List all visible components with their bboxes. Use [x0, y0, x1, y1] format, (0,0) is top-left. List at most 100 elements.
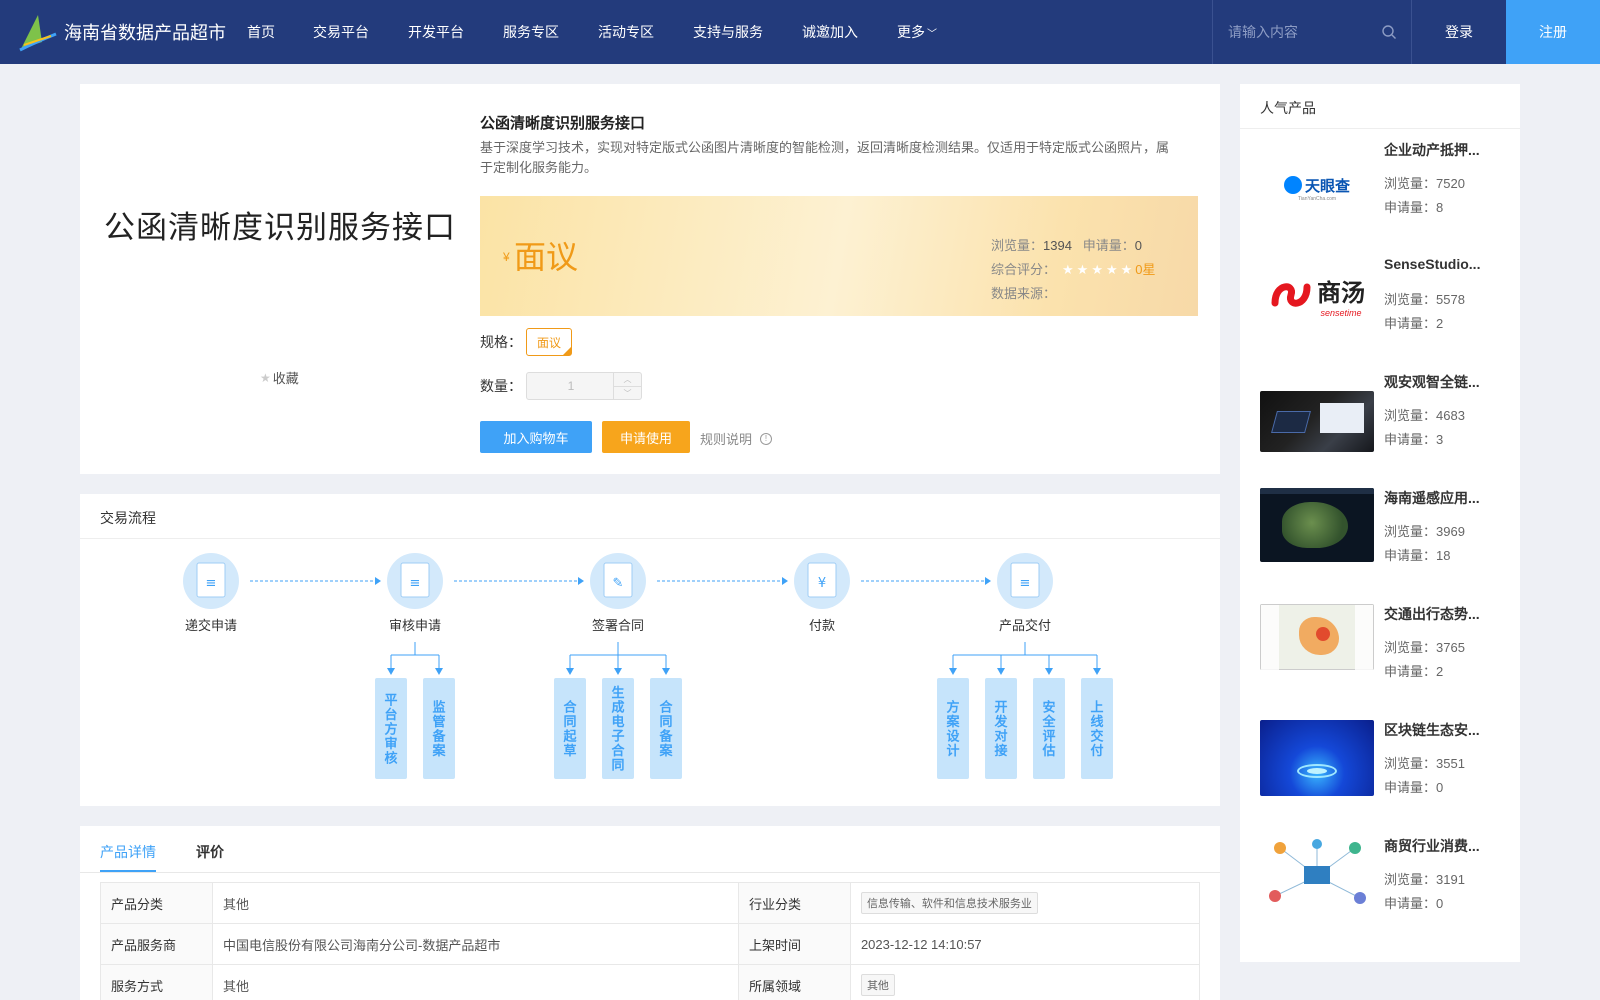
tianyancha-logo-text: 天眼查: [1304, 177, 1350, 195]
popular-product-item[interactable]: 商汤 sensetime SenseStudio... 浏览量：5578 申请量：…: [1260, 256, 1510, 346]
table-value: 其他: [849, 964, 1201, 1000]
product-thumbnail[interactable]: [1260, 488, 1374, 562]
popular-product-name[interactable]: 观安观智全链...: [1384, 372, 1504, 392]
spec-label: 规格：: [480, 334, 522, 350]
sidebar-title: 人气产品: [1260, 100, 1316, 116]
top-navbar: 海南省数据产品超市 首页 交易平台 开发平台 服务专区 活动专区 支持与服务 诚…: [0, 0, 1600, 64]
nav-trading[interactable]: 交易平台: [313, 22, 369, 42]
substep-label: 开发对接: [993, 700, 1008, 759]
search-input[interactable]: [1228, 24, 1378, 40]
branch-arrow-head: [997, 668, 1005, 675]
table-row: 产品分类 其他 行业分类 信息传输、软件和信息技术服务业: [100, 882, 1201, 924]
popular-product-item[interactable]: 观安观智全链... 浏览量：4683 申请量：3: [1260, 372, 1510, 462]
rating-value: 0星: [1135, 262, 1156, 277]
flow-step-label: 签署合同: [592, 618, 644, 633]
table-key: 所属领域: [737, 964, 851, 1000]
quantity-value[interactable]: 1: [527, 373, 615, 399]
popular-product-item[interactable]: 区块链生态安... 浏览量：3551 申请量：0: [1260, 720, 1510, 810]
product-thumbnail[interactable]: [1260, 836, 1374, 914]
quantity-stepper[interactable]: 1 ︿ ﹀: [526, 372, 642, 400]
flow-step-label: 递交申请: [185, 618, 237, 633]
nav-join[interactable]: 诚邀加入: [802, 22, 858, 42]
source-label: 数据来源：: [991, 286, 1057, 301]
substep-label: 监管备案: [431, 700, 446, 759]
register-button[interactable]: 注册: [1506, 0, 1600, 64]
step-glyph-icon: ≡: [206, 576, 217, 591]
product-image: 公函清晰度识别服务接口: [104, 209, 456, 245]
substep-label: 生成电子合同: [611, 685, 625, 773]
substep-label: 上线交付: [1090, 700, 1103, 759]
branch-arrow-head: [566, 668, 574, 675]
popular-product-name[interactable]: 区块链生态安...: [1384, 720, 1504, 740]
price-panel: ¥ 面议 浏览量：1394 申请量：0 综合评分： ★★★★★0星 数据来源：: [480, 196, 1198, 316]
popular-product-applies: 申请量：2: [1384, 664, 1444, 679]
add-to-cart-button[interactable]: 加入购物车: [480, 421, 592, 453]
branch-arrow-head: [387, 668, 395, 675]
substep-label: 方案设计: [945, 700, 960, 759]
popular-product-item[interactable]: 天眼查 TianYanCha.com 企业动产抵押... 浏览量：7520 申请量…: [1260, 140, 1510, 230]
spec-option[interactable]: 面议: [526, 328, 572, 356]
apply-button[interactable]: 申请使用: [602, 421, 690, 453]
favorite-button[interactable]: ★ 收藏: [260, 368, 299, 387]
popular-product-views: 浏览量：3765: [1384, 640, 1465, 655]
currency-symbol: ¥: [503, 250, 510, 264]
quantity-row: 数量： 1 ︿ ﹀: [480, 372, 642, 400]
spec-row: 规格： 面议: [480, 328, 572, 356]
flow-step-label: 审核申请: [389, 618, 441, 633]
views-label: 浏览量：: [991, 238, 1044, 253]
popular-product-applies: 申请量：0: [1384, 896, 1444, 911]
login-button[interactable]: 登录: [1412, 0, 1506, 64]
popular-product-name[interactable]: 交通出行态势...: [1384, 604, 1504, 624]
product-detail-card: 产品详情 评价 产品分类 其他 行业分类 信息传输、软件和信息技术服务业 产品服…: [80, 826, 1220, 1000]
product-thumbnail[interactable]: [1260, 391, 1374, 452]
trade-flow-diagram: ≡ 递交申请 ≡ 审核申请平台方审核 监管备案 ✎ 签署合同合同起草 生成电子合同 合同备案 ¥ 付…: [183, 553, 1113, 779]
site-logo[interactable]: 海南省数据产品超市: [18, 12, 226, 52]
popular-product-name[interactable]: 海南遥感应用...: [1384, 488, 1504, 508]
substep-label: 安全评估: [1041, 700, 1056, 759]
search-icon[interactable]: [1381, 24, 1397, 40]
popular-product-item[interactable]: 交通出行态势... 浏览量：3765 申请量：2: [1260, 604, 1510, 694]
nav-services[interactable]: 服务专区: [503, 22, 559, 42]
popular-products-card: 人气产品 天眼查 TianYanCha.com 企业动产抵押... 浏览量：752…: [1240, 84, 1520, 962]
increment-icon[interactable]: ︿: [614, 373, 641, 386]
sensetime-logo-subtext: sensetime: [1320, 307, 1362, 318]
flow-arrow-head: [375, 577, 381, 585]
tab-reviews[interactable]: 评价: [196, 842, 224, 862]
nav-events[interactable]: 活动专区: [598, 22, 654, 42]
nav-dev[interactable]: 开发平台: [408, 22, 464, 42]
favorite-label: 收藏: [272, 371, 299, 386]
popular-product-applies: 申请量：18: [1384, 548, 1451, 563]
popular-product-item[interactable]: 海南遥感应用... 浏览量：3969 申请量：18: [1260, 488, 1510, 578]
nav-support[interactable]: 支持与服务: [693, 22, 763, 42]
flow-step-label: 产品交付: [999, 618, 1051, 633]
popular-product-item[interactable]: 商贸行业消费... 浏览量：3191 申请量：0: [1260, 836, 1510, 926]
tab-product-detail[interactable]: 产品详情: [100, 842, 156, 862]
product-card: 公函清晰度识别服务接口 ★ 收藏 公函清晰度识别服务接口 基于深度学习技术，实现…: [80, 84, 1220, 474]
product-thumbnail[interactable]: [1260, 604, 1374, 670]
nav-more-label: 更多: [897, 24, 925, 40]
popular-product-name[interactable]: 企业动产抵押...: [1384, 140, 1504, 160]
popular-product-views: 浏览量：4683: [1384, 408, 1465, 423]
product-thumbnail[interactable]: [1260, 720, 1374, 796]
chevron-down-icon: ﹀: [927, 29, 937, 40]
tianyancha-logo-subtext: TianYanCha.com: [1297, 195, 1337, 202]
popular-product-name[interactable]: 商贸行业消费...: [1384, 836, 1504, 856]
step-glyph-icon: ≡: [410, 576, 421, 591]
rating-stars-icon: ★★★★★: [1062, 262, 1136, 277]
nav-more[interactable]: 更多 ﹀: [897, 22, 937, 42]
applies-label: 申请量：: [1082, 238, 1135, 253]
table-key: 产品服务商: [100, 923, 213, 965]
branch-arrow-head: [949, 668, 957, 675]
table-value: 中国电信股份有限公司海南分公司-数据产品超市: [212, 923, 739, 965]
rating-label: 综合评分：: [991, 262, 1057, 277]
nav-home[interactable]: 首页: [247, 22, 275, 42]
rules-link[interactable]: 规则说明 !: [700, 429, 773, 448]
decrement-icon[interactable]: ﹀: [614, 386, 641, 399]
branch-arrow-head: [1093, 668, 1101, 675]
product-thumbnail[interactable]: 商汤 sensetime: [1260, 256, 1374, 334]
product-thumbnail[interactable]: 天眼查 TianYanCha.com: [1260, 149, 1374, 227]
popular-product-name[interactable]: SenseStudio...: [1384, 256, 1504, 272]
branch-arrow-head: [435, 668, 443, 675]
table-value: 2023-12-12 14:10:57: [849, 923, 1201, 965]
table-value: 信息传输、软件和信息技术服务业: [849, 882, 1201, 924]
